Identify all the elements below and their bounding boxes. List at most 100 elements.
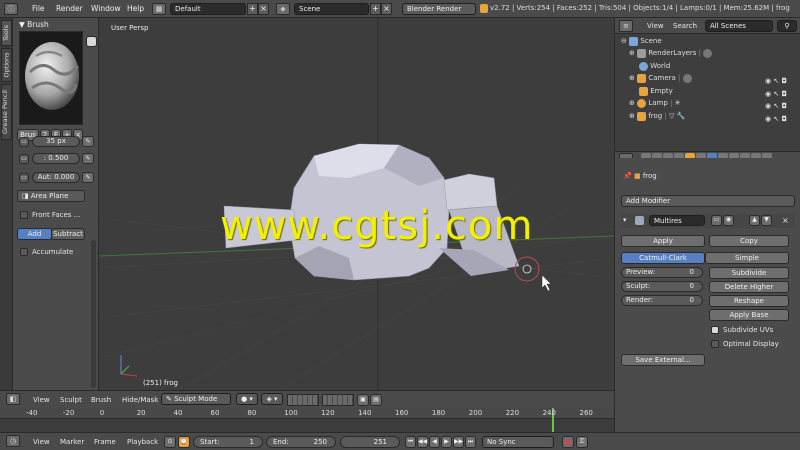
render-engine-dropdown[interactable]: Blender Render [402, 3, 476, 15]
autosmooth-field[interactable]: Aut: 0.000 [32, 172, 80, 183]
scene-field[interactable]: Scene [294, 3, 369, 15]
menu-file[interactable]: File [32, 4, 45, 13]
strength-field[interactable]: : 0.500 [32, 153, 80, 164]
scene-icon[interactable]: ◈ [276, 3, 290, 15]
record-icon[interactable]: ● [562, 436, 574, 448]
outliner-view-menu[interactable]: View [647, 22, 664, 30]
subdivide-button[interactable]: Subdivide [709, 267, 789, 279]
end-frame-field[interactable]: End: 250 [266, 436, 336, 448]
simple-button[interactable]: Simple [705, 252, 789, 264]
mode-dropdown[interactable]: ✎ Sculpt Mode [161, 393, 231, 405]
menu-render[interactable]: Render [56, 4, 83, 13]
play-reverse-icon[interactable]: ◀ [429, 436, 440, 448]
save-external-button[interactable]: Save External... [621, 354, 705, 366]
sculpt-plane-dropdown[interactable]: ◨ Area Plane [17, 190, 85, 202]
accumulate-checkbox[interactable] [20, 248, 28, 256]
modifier-remove-icon[interactable]: × [782, 216, 789, 225]
keying-set-icon[interactable]: ⚿ [576, 436, 588, 448]
brush-preview-toggle[interactable] [86, 36, 97, 47]
layers-grid-right[interactable] [322, 394, 354, 406]
render-preview-icon[interactable]: ▣ [357, 394, 369, 406]
modifier-move-up-icon[interactable]: ▲ [749, 215, 760, 226]
subdivide-uvs-checkbox[interactable] [711, 326, 719, 334]
cursor-select-icon[interactable]: ↖ [773, 115, 779, 123]
outliner-search-menu[interactable]: Search [673, 22, 697, 30]
start-frame-field[interactable]: Start: 1 [193, 436, 263, 448]
modifier-collapse-icon[interactable]: ▾ [623, 216, 627, 224]
preview-range-icon[interactable]: ⊙ [164, 436, 176, 448]
tab-tools[interactable]: Tools [1, 20, 12, 46]
cursor-select-icon[interactable]: ↖ [773, 77, 779, 85]
outliner-editor-icon[interactable]: ≡ [619, 20, 633, 32]
current-frame-field[interactable]: 251 [340, 436, 400, 448]
catmull-clark-button[interactable]: Catmull-Clark [621, 252, 705, 264]
delete-higher-button[interactable]: Delete Higher [709, 281, 789, 293]
pin-icon[interactable]: 📌 [623, 172, 632, 180]
menu-brush[interactable]: Brush [91, 396, 111, 404]
layout-field[interactable]: Default [170, 3, 246, 15]
modifier-apply-button[interactable]: Apply [621, 235, 705, 247]
front-faces-checkbox[interactable] [20, 211, 28, 219]
outliner-row-renderlayers[interactable]: ⊕ RenderLayers | [615, 47, 800, 60]
timeline-menu-marker[interactable]: Marker [60, 438, 84, 446]
outliner-search-icon[interactable]: ⚲ [777, 20, 797, 32]
editor-type-icon[interactable]: ⓘ [4, 3, 18, 15]
next-keyframe-icon[interactable]: ▶▶ [453, 436, 464, 448]
render-camera-icon[interactable]: ◘ [781, 102, 787, 110]
brush-preview[interactable] [19, 31, 83, 125]
render-camera-icon[interactable]: ◘ [781, 115, 787, 123]
play-icon[interactable]: ▶ [441, 436, 452, 448]
scene-add-button[interactable]: + [370, 3, 381, 15]
time-stretch-icon[interactable]: ⌚ [178, 436, 190, 448]
layout-add-button[interactable]: + [247, 3, 258, 15]
autosmooth-pressure-icon[interactable]: ✎ [82, 172, 94, 183]
eye-icon[interactable]: ◉ [765, 115, 771, 123]
menu-window[interactable]: Window [91, 4, 121, 13]
sculpt-levels-field[interactable]: Sculpt: 0 [621, 281, 703, 292]
tab-grease-pencil[interactable]: Grease Pencil [1, 84, 12, 140]
jump-end-icon[interactable]: ⏭ [465, 436, 476, 448]
preview-levels-field[interactable]: Preview: 0 [621, 267, 703, 278]
add-direction-button[interactable]: Add [17, 228, 52, 240]
modifier-viewport-icon[interactable]: ◉ [723, 215, 734, 226]
cursor-select-icon[interactable]: ↖ [773, 90, 779, 98]
add-modifier-dropdown[interactable]: Add Modifier [621, 195, 795, 207]
tab-options[interactable]: Options [1, 48, 12, 82]
viewport-editor-icon[interactable]: ◧ [6, 393, 20, 405]
sync-mode-dropdown[interactable]: No Sync [482, 436, 554, 448]
modifier-editmode-icon[interactable]: ▭ [711, 215, 722, 226]
subtract-direction-button[interactable]: Subtract [51, 228, 85, 240]
timeline-editor-icon[interactable]: ◷ [6, 435, 20, 447]
timeline-menu-view[interactable]: View [33, 438, 50, 446]
screen-layout-icon[interactable]: ▦ [152, 3, 166, 15]
cursor-select-icon[interactable]: ↖ [773, 102, 779, 110]
modifier-move-down-icon[interactable]: ▼ [761, 215, 772, 226]
layout-remove-button[interactable]: × [258, 3, 269, 15]
modifier-copy-button[interactable]: Copy [709, 235, 789, 247]
menu-hide-mask[interactable]: Hide/Mask [122, 396, 158, 404]
shading-dropdown[interactable]: ● ▾ [236, 393, 258, 405]
menu-help[interactable]: Help [127, 4, 144, 13]
reshape-button[interactable]: Reshape [709, 295, 789, 307]
scene-remove-button[interactable]: × [381, 3, 392, 15]
optimal-display-checkbox[interactable] [711, 340, 719, 348]
strength-lock-icon[interactable]: ▭ [19, 154, 29, 164]
radius-pressure-icon[interactable]: ✎ [82, 136, 94, 147]
outliner-row-scene[interactable]: ⊖ Scene [615, 35, 800, 48]
timeline-menu-playback[interactable]: Playback [127, 438, 158, 446]
outliner-row-world[interactable]: World [615, 60, 800, 73]
autosmooth-lock-icon[interactable]: ▭ [19, 173, 29, 183]
strength-pressure-icon[interactable]: ✎ [82, 153, 94, 164]
outliner-filter-dropdown[interactable]: All Scenes [705, 20, 773, 32]
tool-panel-scrollbar[interactable] [91, 240, 96, 388]
pivot-dropdown[interactable]: ◈ ▾ [261, 393, 283, 405]
menu-view[interactable]: View [33, 396, 50, 404]
3d-viewport[interactable]: User Persp www.cgtsj.com (251) frog [99, 18, 614, 390]
eye-icon[interactable]: ◉ [765, 77, 771, 85]
apply-base-button[interactable]: Apply Base [709, 309, 789, 321]
timeline-area[interactable]: -40 -20 0 20 40 60 80 100 120 140 160 180 200 220 240 2… [0, 408, 614, 432]
layers-grid-left[interactable] [287, 394, 319, 406]
eye-icon[interactable]: ◉ [765, 90, 771, 98]
radius-field[interactable]: 35 px [32, 136, 80, 147]
timeline-menu-frame[interactable]: Frame [94, 438, 116, 446]
